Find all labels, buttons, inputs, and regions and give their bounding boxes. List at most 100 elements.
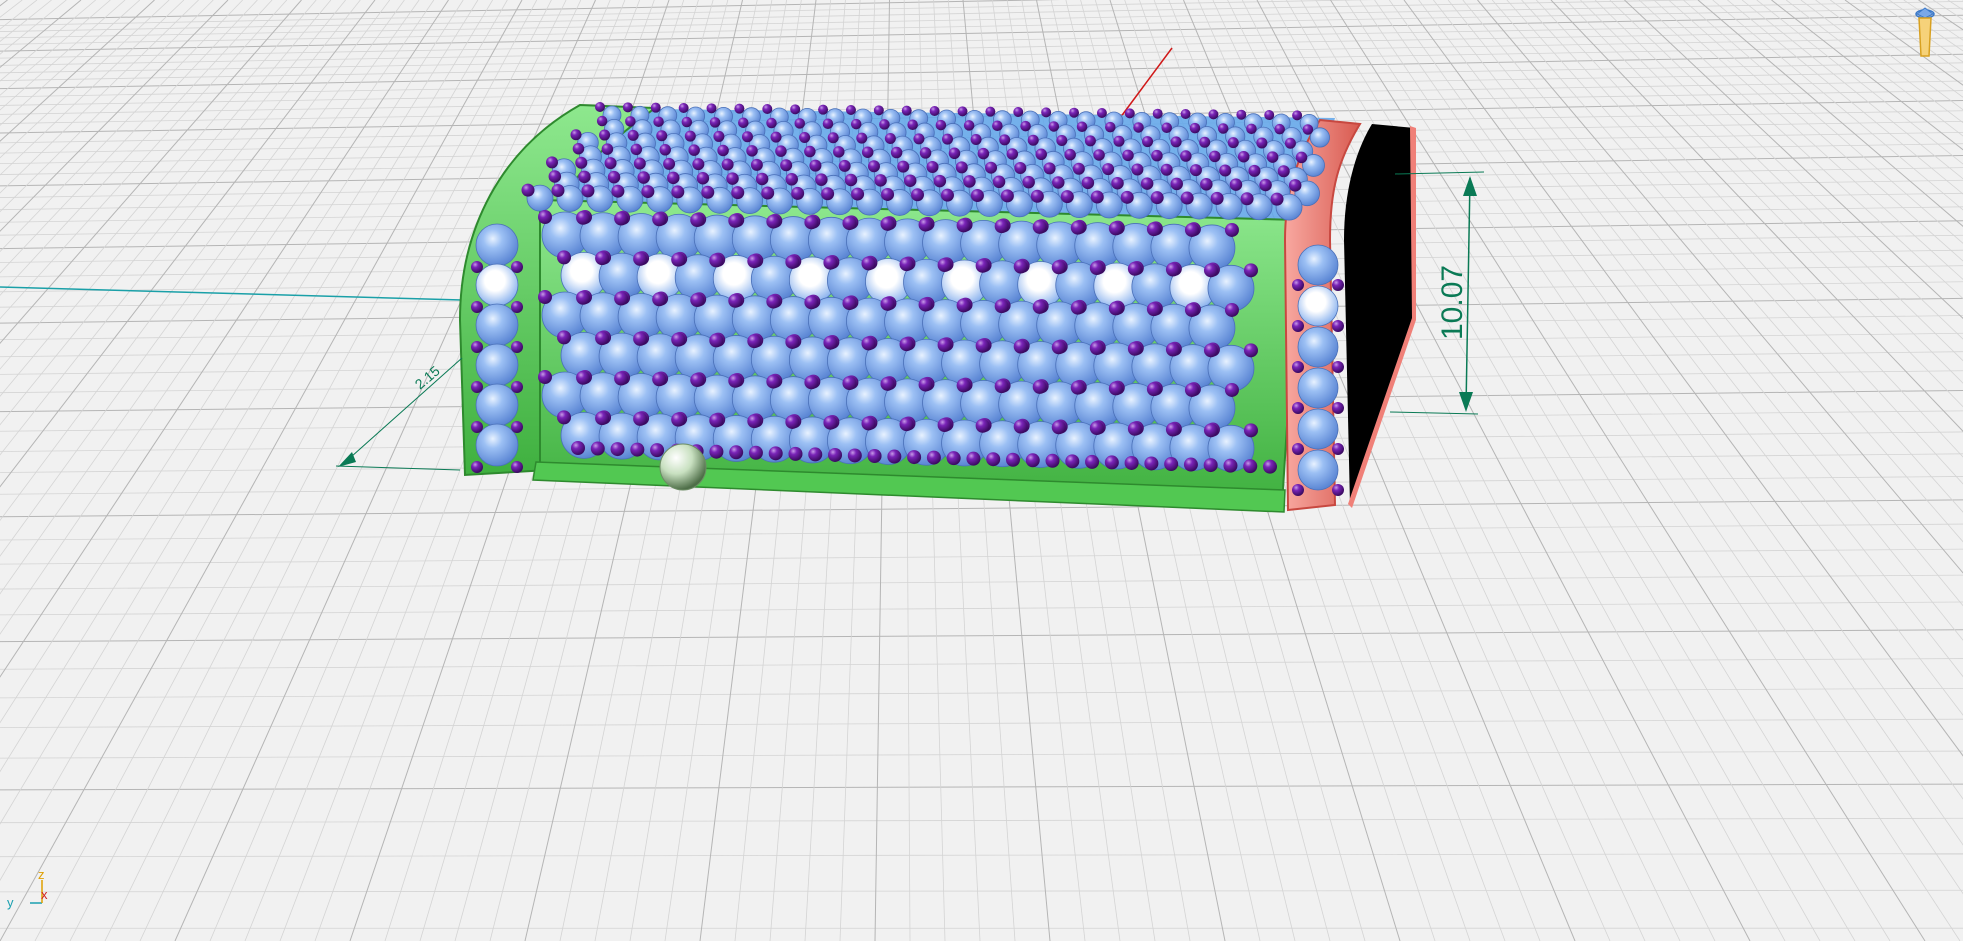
grid-line [1874, 0, 1963, 63]
prong [1170, 177, 1183, 191]
prong [622, 102, 633, 113]
prong [799, 131, 811, 143]
prong [844, 173, 858, 187]
grid-line [1506, 0, 1963, 513]
prong [656, 130, 668, 142]
prong [1180, 150, 1192, 162]
selection-ball[interactable] [659, 443, 707, 491]
stone [475, 223, 519, 267]
prong [1013, 339, 1028, 354]
prong [1295, 151, 1308, 164]
prong [511, 381, 523, 393]
prong [1105, 121, 1116, 133]
prong [633, 157, 646, 170]
grid-line [1638, 0, 1963, 300]
stone [1297, 449, 1339, 491]
prong [1236, 109, 1247, 120]
prong [1243, 423, 1258, 438]
prong [1203, 458, 1218, 473]
prong [1000, 189, 1014, 203]
prong [741, 131, 753, 143]
grid-line [1374, 0, 1963, 846]
prong [821, 187, 835, 201]
grid-line [1859, 0, 1963, 74]
scene-canvas[interactable]: 10.07 2.15 z y x [0, 0, 1963, 941]
stone [475, 303, 519, 347]
prong [650, 443, 665, 458]
prong [901, 105, 912, 116]
prong [884, 132, 896, 144]
prong [899, 337, 914, 352]
prong [881, 187, 895, 201]
prong [975, 258, 990, 273]
prong [728, 373, 743, 388]
dimension-depth[interactable]: 2.15 [335, 357, 463, 471]
prong [713, 130, 725, 142]
prong [690, 373, 705, 388]
prong [1263, 459, 1277, 474]
prong [761, 186, 775, 200]
prong [861, 416, 876, 431]
prong [576, 290, 591, 305]
grid-line [0, 718, 1963, 728]
prong [1183, 457, 1198, 472]
prong [785, 334, 800, 349]
prong [1030, 189, 1044, 203]
prong [833, 146, 845, 158]
prong [1164, 457, 1179, 472]
prong [546, 156, 558, 169]
prong [1248, 164, 1261, 177]
prong [956, 218, 971, 233]
prong [1051, 420, 1066, 435]
prong [985, 106, 996, 117]
prong [511, 301, 523, 313]
prong [1203, 423, 1218, 438]
prong [918, 297, 933, 312]
prong [1056, 135, 1068, 147]
prong [766, 374, 781, 389]
prong [791, 186, 805, 200]
grid-line [1521, 0, 1963, 485]
prong [1160, 163, 1173, 176]
grid-line [1903, 0, 1963, 41]
prong [581, 184, 595, 198]
prong [576, 370, 591, 385]
ring-model[interactable] [458, 102, 1416, 513]
view-cube-icon[interactable] [1915, 7, 1935, 57]
prong [1127, 261, 1142, 276]
prong [1266, 151, 1279, 163]
grid-line [1697, 0, 1963, 227]
prong [1146, 302, 1161, 317]
prong [942, 133, 953, 145]
prong [766, 214, 781, 229]
prong [1152, 108, 1163, 119]
prong [907, 450, 922, 465]
prong [861, 336, 876, 351]
prong [785, 414, 800, 429]
prong [1292, 320, 1304, 332]
prong [557, 250, 572, 265]
prong [671, 332, 686, 347]
prong [1127, 421, 1142, 436]
3d-viewport[interactable]: 10.07 2.15 z y x [0, 0, 1963, 941]
prong [1041, 107, 1052, 118]
prong [538, 290, 552, 304]
prong [1072, 162, 1085, 175]
grid-line [0, 687, 1963, 699]
grid-line [0, 574, 1963, 590]
grid-line [1918, 0, 1963, 31]
prong [867, 160, 880, 173]
prong [1302, 124, 1314, 135]
prong [1013, 419, 1028, 434]
grid-line [0, 0, 332, 397]
prong [575, 156, 588, 169]
prong [1124, 108, 1135, 119]
prong [768, 446, 783, 461]
prong [1332, 361, 1344, 373]
prong [1006, 148, 1019, 160]
stone [1297, 367, 1339, 409]
prong [918, 217, 933, 232]
grid-line [0, 601, 1963, 616]
grid-line [0, 0, 23, 18]
prong [1332, 402, 1344, 414]
